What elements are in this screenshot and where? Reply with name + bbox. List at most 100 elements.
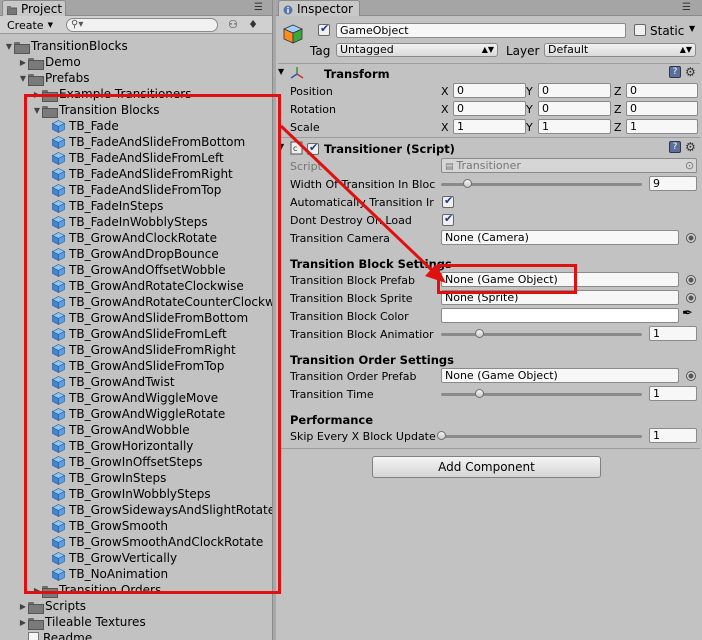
folder-item[interactable]: ▶ Demo [18,54,81,70]
collapsed-arrow-icon[interactable]: ▶ [18,602,28,611]
collapsed-arrow-icon[interactable]: ▶ [18,58,28,67]
camera-label: Transition Camera [290,232,390,245]
script-enabled-checkbox[interactable] [307,141,319,155]
auto-transition-checkbox[interactable] [442,194,454,208]
folder-item[interactable]: ▼ Prefabs [18,70,90,86]
gear-icon[interactable]: ⚙ [685,141,698,154]
dont-destroy-checkbox[interactable] [442,212,454,226]
skip-slider-thumb[interactable] [437,431,446,440]
eyedropper-icon[interactable]: ✒ [682,306,693,321]
object-picker-icon[interactable] [686,293,696,303]
transform-title: Transform [324,67,390,81]
dropdown-arrow-icon: ▲▼ [481,45,494,54]
transform-y-field[interactable]: 0 [538,83,611,98]
order-settings-title: Transition Order Settings [290,353,454,367]
object-picker-icon[interactable] [686,371,696,381]
active-checkbox[interactable] [318,22,330,36]
document-icon [28,631,39,640]
transform-x-field[interactable]: 1 [453,119,526,134]
help-icon[interactable]: ? [669,66,681,78]
info-icon [283,4,293,15]
static-dropdown-icon[interactable]: ▼ [689,24,695,33]
collapsed-arrow-icon[interactable]: ▶ [18,618,28,627]
gear-icon[interactable]: ⚙ [685,66,698,79]
axis-label-x: X [441,103,449,116]
script-icon: c [290,141,303,158]
svg-text:c: c [293,144,297,153]
transform-z-field[interactable]: 1 [626,119,698,134]
folder-icon [28,57,44,70]
axis-label-y: Y [526,85,533,98]
object-picker-icon[interactable] [686,275,696,285]
inspector-tab[interactable]: Inspector [278,0,360,16]
project-folder-icon [6,4,18,16]
tree-item-label: TransitionBlocks [31,39,128,53]
script-label: Script [290,160,322,173]
axis-label-z: Z [614,103,622,116]
tree-item-label: Tileable Textures [45,615,146,629]
block-anim-slider-thumb[interactable] [475,329,485,338]
annotation-highlight-box [24,94,281,594]
foldout-arrow-icon[interactable]: ▼ [278,67,284,76]
block-settings-title: Transition Block Settings [290,257,452,271]
component-icons: ? ⚙ [669,66,698,79]
transitioner-header[interactable]: ▼ c Transitioner (Script) ? ⚙ [276,140,702,158]
folder-item[interactable]: ▶ Scripts [18,598,86,614]
folder-icon [28,73,44,86]
file-item[interactable]: Readme [18,630,92,640]
tag-value: Untagged [340,43,394,56]
time-slider-thumb[interactable] [475,389,485,398]
block-color-swatch[interactable] [441,308,679,323]
transform-x-field[interactable]: 0 [453,83,526,98]
divider [278,63,700,64]
time-value-field[interactable]: 1 [649,386,697,401]
object-picker-icon[interactable] [686,233,696,243]
create-button[interactable]: Create ▼ [3,18,57,32]
help-icon[interactable]: ? [669,141,681,153]
expanded-arrow-icon[interactable]: ▼ [4,42,14,51]
tab-menu-icon[interactable]: ☰ [254,2,263,13]
folder-item[interactable]: ▶ Tileable Textures [18,614,146,630]
search-input[interactable]: ⚲▾ [66,18,218,32]
block-anim-slider-track[interactable] [441,333,642,336]
tab-menu-icon[interactable]: ☰ [682,2,691,13]
transform-x-field[interactable]: 0 [453,101,526,116]
transform-y-field[interactable]: 0 [538,101,611,116]
gameobject-cube-icon [282,23,304,45]
create-label: Create [7,18,44,32]
scene-filter-icon[interactable]: ⚇ [226,18,240,32]
width-slider-thumb[interactable] [463,179,473,188]
block-anim-value-field[interactable]: 1 [649,326,697,341]
object-name-field[interactable]: GameObject [336,23,626,38]
order-prefab-field[interactable]: None (Game Object) [441,368,679,383]
label-filter-icon[interactable]: ♦ [246,18,260,32]
transform-row-label: Scale [290,121,320,134]
layer-dropdown[interactable]: Default ▲▼ [544,43,696,57]
annotation-target-box [437,264,577,294]
project-tab[interactable]: Project [2,0,66,16]
add-component-button[interactable]: Add Component [372,456,601,478]
expanded-arrow-icon[interactable]: ▼ [18,74,28,83]
transform-header[interactable]: ▼ Transform ? ⚙ [276,65,702,83]
folder-icon [28,601,44,614]
static-checkbox[interactable] [634,24,646,36]
axis-label-y: Y [526,121,533,134]
time-slider-track[interactable] [441,393,642,396]
skip-value-field[interactable]: 1 [649,428,697,443]
camera-field[interactable]: None (Camera) [441,230,679,245]
axis-label-y: Y [526,103,533,116]
transform-z-field[interactable]: 0 [626,83,698,98]
tag-dropdown[interactable]: Untagged ▲▼ [336,43,498,57]
inspector-tabbar: Inspector ☰ [276,0,702,16]
layer-value: Default [548,43,589,56]
skip-slider-track[interactable] [441,435,642,438]
transform-z-field[interactable]: 0 [626,101,698,116]
folder-icon [28,617,44,630]
block-sprite-label: Transition Block Sprite [290,292,413,305]
transform-y-field[interactable]: 1 [538,119,611,134]
folder-item[interactable]: ▼ TransitionBlocks [4,38,128,54]
divider [278,448,700,449]
skip-label: Skip Every X Block Update [290,430,436,443]
width-value-field[interactable]: 9 [649,176,697,191]
static-label: Static [650,24,685,38]
